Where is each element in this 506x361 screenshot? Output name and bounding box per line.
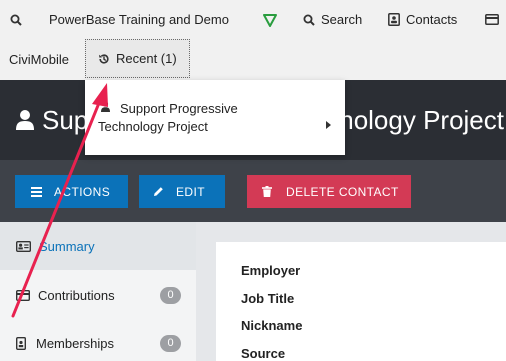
tab-summary-label: Summary	[39, 238, 95, 254]
civicrm-logo-icon	[263, 13, 277, 27]
count-badge: 0	[160, 286, 181, 304]
recent-menu-label: Recent (1)	[116, 51, 177, 66]
tab-memberships-label: Memberships	[36, 335, 115, 351]
count-badge: 0	[160, 334, 181, 352]
field-label-employer: Employer	[241, 263, 301, 278]
contact-tabs-sidebar: Summary Contributions 0 Memberships 0	[0, 222, 196, 361]
tab-contributions[interactable]: Contributions 0	[0, 271, 196, 319]
search-icon	[10, 14, 22, 26]
credit-card-icon	[16, 289, 30, 301]
civicrm-logo[interactable]	[263, 0, 277, 39]
recent-item-label: Support Progressive Technology Project	[98, 101, 238, 134]
bars-icon	[31, 186, 42, 197]
tab-memberships[interactable]: Memberships 0	[0, 319, 196, 361]
edit-button-label: EDIT	[176, 184, 205, 199]
field-label-job-title: Job Title	[241, 291, 295, 306]
tab-contributions-label: Contributions	[38, 287, 115, 303]
history-icon	[98, 53, 110, 65]
address-card-icon	[388, 13, 400, 26]
search-toggle[interactable]	[10, 0, 22, 39]
recent-dropdown: Support Progressive Technology Project	[85, 80, 345, 155]
summary-card: Employer Job Title Nickname Source	[216, 242, 506, 361]
field-label-nickname: Nickname	[241, 318, 303, 333]
org-name: PowerBase Training and Demo	[49, 12, 229, 27]
credit-card-icon	[485, 14, 499, 25]
contacts-menu-label: Contacts	[406, 12, 458, 27]
contacts-menu[interactable]: Contacts	[388, 0, 457, 39]
delete-contact-button[interactable]: DELETE CONTACT	[247, 175, 411, 208]
actions-button[interactable]: ACTIONS	[15, 175, 128, 208]
recent-menu[interactable]: Recent (1)	[85, 39, 190, 78]
pencil-icon	[153, 186, 164, 197]
contributions-menu[interactable]	[485, 0, 499, 39]
civimobile-menu[interactable]: CiviMobile	[9, 39, 69, 80]
action-bar: ACTIONS EDIT DELETE CONTACT	[0, 160, 506, 222]
org-home-link[interactable]: PowerBase Training and Demo	[49, 0, 229, 39]
trash-icon	[262, 186, 272, 197]
actions-button-label: ACTIONS	[54, 184, 111, 199]
main-content: Employer Job Title Nickname Source	[196, 222, 506, 361]
edit-button[interactable]: EDIT	[139, 175, 225, 208]
field-label-source: Source	[241, 346, 286, 361]
tab-summary[interactable]: Summary	[0, 222, 196, 270]
top-menu-bar: PowerBase Training and Demo Search Conta…	[0, 0, 506, 39]
delete-contact-label: DELETE CONTACT	[286, 184, 399, 199]
caret-right-icon	[326, 121, 331, 129]
search-menu-label: Search	[321, 12, 363, 27]
address-card-icon	[16, 240, 31, 252]
search-icon	[303, 14, 315, 26]
search-menu[interactable]: Search	[303, 0, 362, 39]
user-icon	[16, 109, 34, 131]
recent-item-support-progressive[interactable]: Support Progressive Technology Project	[98, 100, 298, 136]
secondary-menu-bar: CiviMobile Recent (1)	[0, 39, 506, 80]
id-badge-icon	[16, 336, 26, 350]
civimobile-label: CiviMobile	[9, 52, 69, 67]
